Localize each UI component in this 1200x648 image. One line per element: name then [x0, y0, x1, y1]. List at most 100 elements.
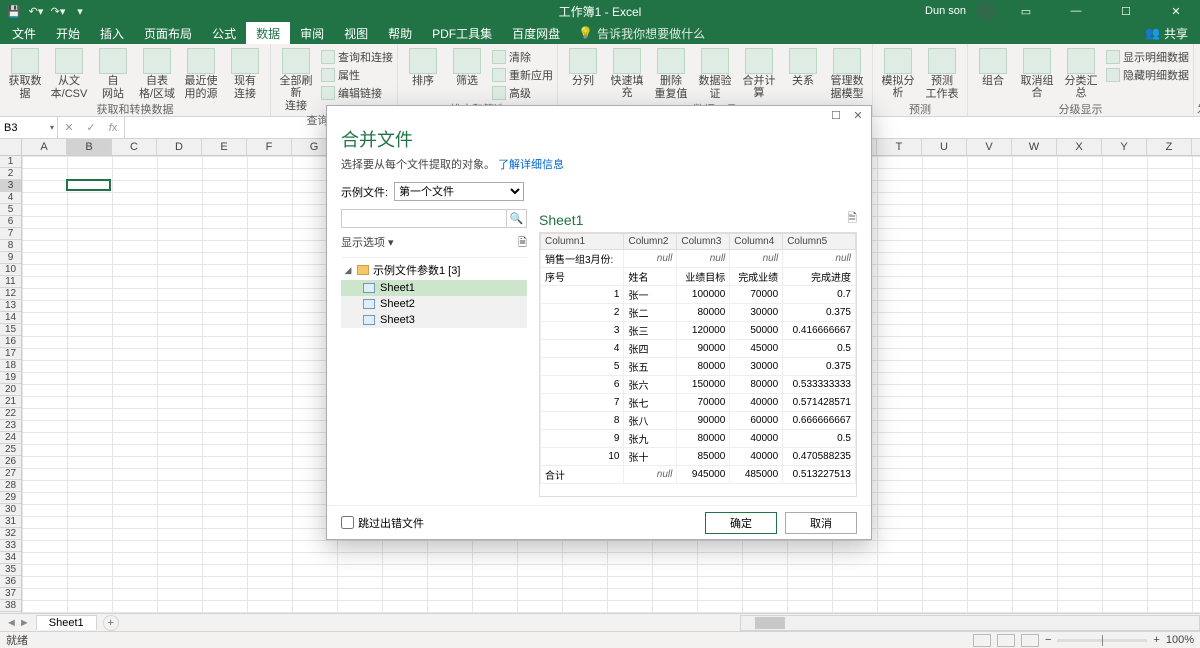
column-header[interactable]: A: [22, 139, 67, 155]
row-header[interactable]: 36: [0, 576, 21, 588]
row-header[interactable]: 12: [0, 288, 21, 300]
tab-插入[interactable]: 插入: [90, 22, 134, 44]
tab-百度网盘[interactable]: 百度网盘: [502, 22, 570, 44]
column-header[interactable]: T: [877, 139, 922, 155]
ribbon-button[interactable]: 排序: [402, 46, 444, 87]
sheet-nav-next-icon[interactable]: ►: [19, 617, 30, 629]
row-header[interactable]: 25: [0, 444, 21, 456]
active-cell[interactable]: [66, 179, 111, 191]
dialog-maximize-icon[interactable]: ☐: [825, 109, 847, 122]
zoom-in-icon[interactable]: +: [1153, 634, 1159, 646]
ribbon-button[interactable]: 分类汇总: [1060, 46, 1102, 99]
row-header[interactable]: 8: [0, 240, 21, 252]
learn-more-link[interactable]: 了解详细信息: [498, 159, 564, 171]
column-header[interactable]: Y: [1102, 139, 1147, 155]
row-header[interactable]: 6: [0, 216, 21, 228]
row-header[interactable]: 10: [0, 264, 21, 276]
column-header[interactable]: U: [922, 139, 967, 155]
row-header[interactable]: 35: [0, 564, 21, 576]
tab-PDF工具集[interactable]: PDF工具集: [422, 22, 502, 44]
row-header[interactable]: 29: [0, 492, 21, 504]
row-header[interactable]: 21: [0, 396, 21, 408]
maximize-icon[interactable]: ☐: [1106, 0, 1146, 22]
sample-file-select[interactable]: 第一个文件: [394, 182, 524, 201]
tree-root-node[interactable]: ◢ 示例文件参数1 [3]: [341, 260, 527, 280]
ribbon-button[interactable]: 管理数据模型: [826, 46, 868, 100]
close-icon[interactable]: ✕: [1156, 0, 1196, 22]
ribbon-button[interactable]: 预测工作表: [921, 46, 963, 100]
tree-leaf[interactable]: Sheet3: [341, 312, 527, 328]
row-header[interactable]: 28: [0, 480, 21, 492]
qat-customize-icon[interactable]: ▾: [72, 3, 88, 19]
cancel-button[interactable]: 取消: [785, 512, 857, 534]
ribbon-small-button[interactable]: 属性: [321, 66, 393, 83]
row-header[interactable]: 27: [0, 468, 21, 480]
row-header[interactable]: 33: [0, 540, 21, 552]
zoom-out-icon[interactable]: −: [1045, 634, 1051, 646]
tab-开始[interactable]: 开始: [46, 22, 90, 44]
ribbon-display-icon[interactable]: ▭: [1006, 0, 1046, 22]
select-all-corner[interactable]: [0, 139, 22, 155]
enter-formula-icon[interactable]: ✓: [80, 121, 102, 134]
ok-button[interactable]: 确定: [705, 512, 777, 534]
refresh-nav-icon[interactable]: 🗎: [518, 234, 527, 253]
column-header[interactable]: Z: [1147, 139, 1192, 155]
undo-icon[interactable]: ↶▾: [28, 3, 44, 19]
page-break-view-icon[interactable]: [1021, 634, 1039, 647]
tab-文件[interactable]: 文件: [2, 22, 46, 44]
ribbon-button[interactable]: 最近使用的源: [180, 46, 222, 100]
row-header[interactable]: 22: [0, 408, 21, 420]
ribbon-button[interactable]: 关系: [782, 46, 824, 87]
column-header[interactable]: B: [67, 139, 112, 155]
skip-error-files-checkbox[interactable]: 跳过出错文件: [341, 515, 424, 531]
ribbon-button[interactable]: 删除重复值: [650, 46, 692, 100]
row-header[interactable]: 9: [0, 252, 21, 264]
dialog-close-icon[interactable]: ✕: [847, 109, 869, 122]
tab-页面布局[interactable]: 页面布局: [134, 22, 202, 44]
row-header[interactable]: 31: [0, 516, 21, 528]
row-header[interactable]: 18: [0, 360, 21, 372]
row-header[interactable]: 34: [0, 552, 21, 564]
row-header[interactable]: 14: [0, 312, 21, 324]
column-header[interactable]: D: [157, 139, 202, 155]
row-header[interactable]: 32: [0, 528, 21, 540]
ribbon-small-button[interactable]: 高级: [492, 84, 553, 101]
row-header[interactable]: 30: [0, 504, 21, 516]
row-header[interactable]: 20: [0, 384, 21, 396]
zoom-level[interactable]: 100%: [1166, 634, 1194, 646]
sheet-tab[interactable]: Sheet1: [36, 615, 97, 630]
tree-leaf[interactable]: Sheet1: [341, 280, 527, 296]
ribbon-small-button[interactable]: 清除: [492, 48, 553, 65]
fx-icon[interactable]: fx: [102, 122, 124, 134]
row-header[interactable]: 3: [0, 180, 21, 192]
column-header[interactable]: C: [112, 139, 157, 155]
save-icon[interactable]: 💾: [6, 3, 22, 19]
column-header[interactable]: X: [1057, 139, 1102, 155]
sheet-nav-prev-icon[interactable]: ◄: [6, 617, 17, 629]
navigator-search-input[interactable]: [342, 210, 506, 227]
new-sheet-icon[interactable]: +: [103, 615, 119, 631]
tab-视图[interactable]: 视图: [334, 22, 378, 44]
tab-数据[interactable]: 数据: [246, 22, 290, 44]
row-header[interactable]: 1: [0, 156, 21, 168]
row-header[interactable]: 13: [0, 300, 21, 312]
tab-审阅[interactable]: 审阅: [290, 22, 334, 44]
zoom-slider[interactable]: [1057, 639, 1147, 642]
ribbon-button[interactable]: 取消组合: [1016, 46, 1058, 99]
ribbon-small-button[interactable]: 编辑链接: [321, 84, 393, 101]
user-name[interactable]: Dun son: [925, 5, 966, 17]
tab-帮助[interactable]: 帮助: [378, 22, 422, 44]
column-header[interactable]: V: [967, 139, 1012, 155]
ribbon-button[interactable]: 模拟分析: [877, 46, 919, 99]
ribbon-button[interactable]: 合并计算: [738, 46, 780, 99]
search-icon[interactable]: 🔍: [506, 210, 526, 227]
ribbon-small-button[interactable]: 显示明细数据: [1106, 48, 1189, 65]
skip-error-checkbox-input[interactable]: [341, 516, 354, 529]
tree-leaf[interactable]: Sheet2: [341, 296, 527, 312]
ribbon-button[interactable]: 现有连接: [224, 46, 266, 100]
row-header[interactable]: 19: [0, 372, 21, 384]
ribbon-button[interactable]: 分列: [562, 46, 604, 87]
normal-view-icon[interactable]: [973, 634, 991, 647]
ribbon-button[interactable]: 获取数据: [4, 46, 46, 100]
horizontal-scrollbar[interactable]: [740, 615, 1200, 631]
